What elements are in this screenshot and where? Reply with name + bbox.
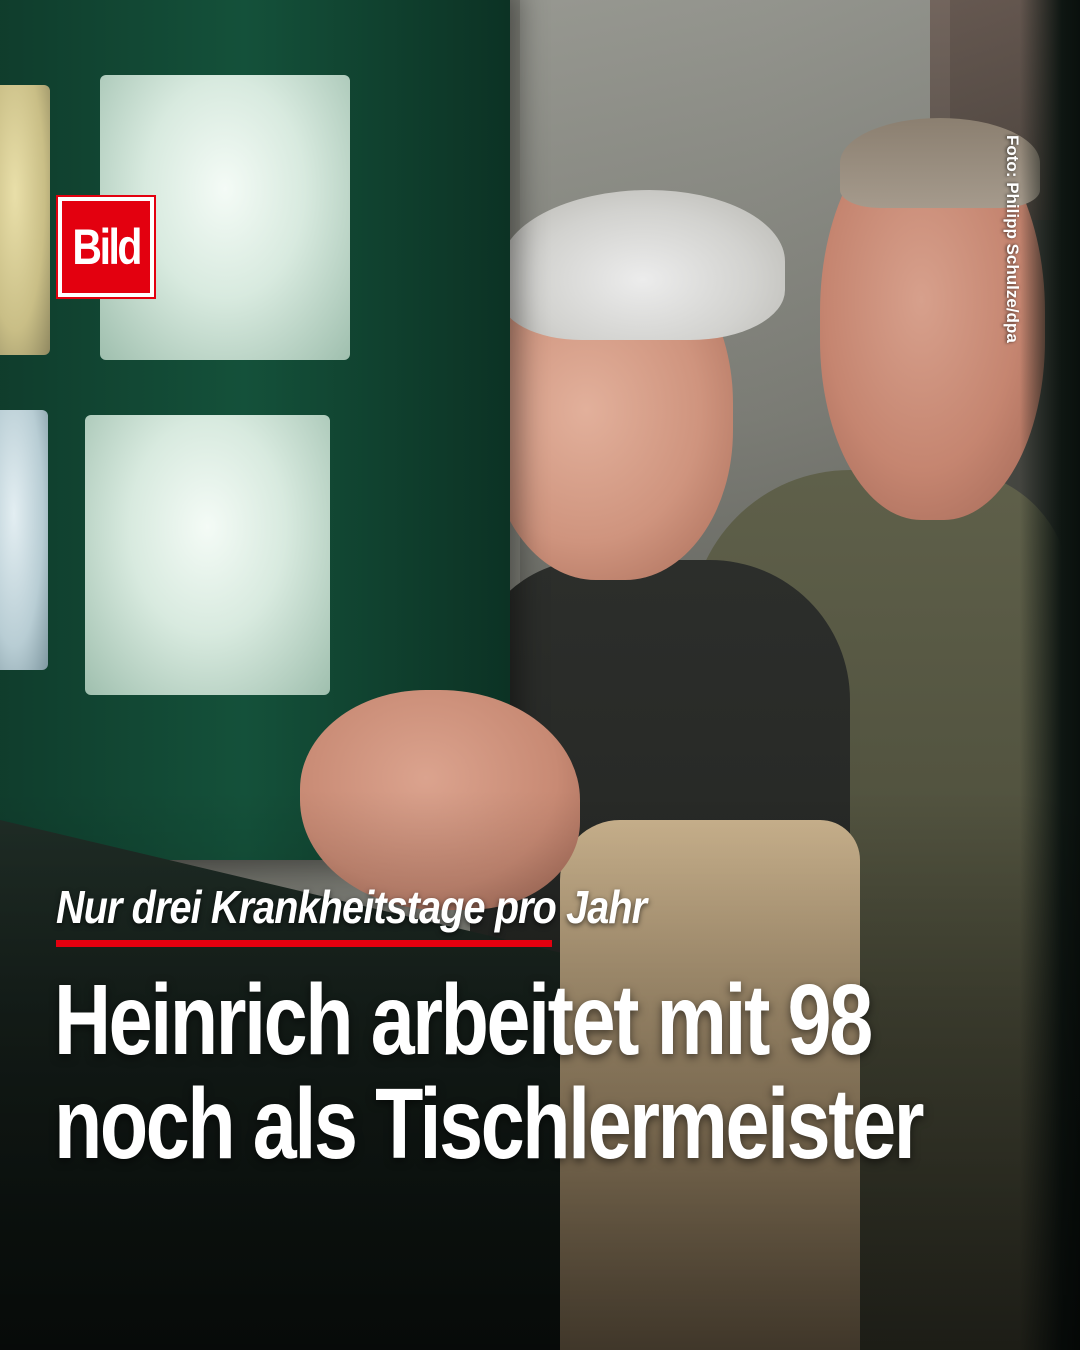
post-card: Bild Foto: Philipp Schulze/dpa Nur drei … — [0, 0, 1080, 1350]
bild-logo: Bild — [56, 195, 156, 299]
window-pane — [0, 85, 50, 355]
headline-line-2: noch als Tischlermeister — [54, 1068, 925, 1180]
window-pane — [0, 410, 48, 670]
bild-logo-text: Bild — [72, 219, 142, 275]
photo-credit: Foto: Philipp Schulze/dpa — [1003, 135, 1022, 343]
kicker-underline — [56, 940, 552, 947]
older-man-hair — [500, 190, 785, 340]
kicker-text: Nur drei Krankheitstage pro Jahr — [56, 881, 647, 933]
headline-line-1: Heinrich arbeitet mit 98 — [54, 964, 873, 1076]
window-pane — [85, 415, 330, 695]
headline: Heinrich arbeitet mit 98 noch als Tischl… — [54, 968, 1054, 1176]
